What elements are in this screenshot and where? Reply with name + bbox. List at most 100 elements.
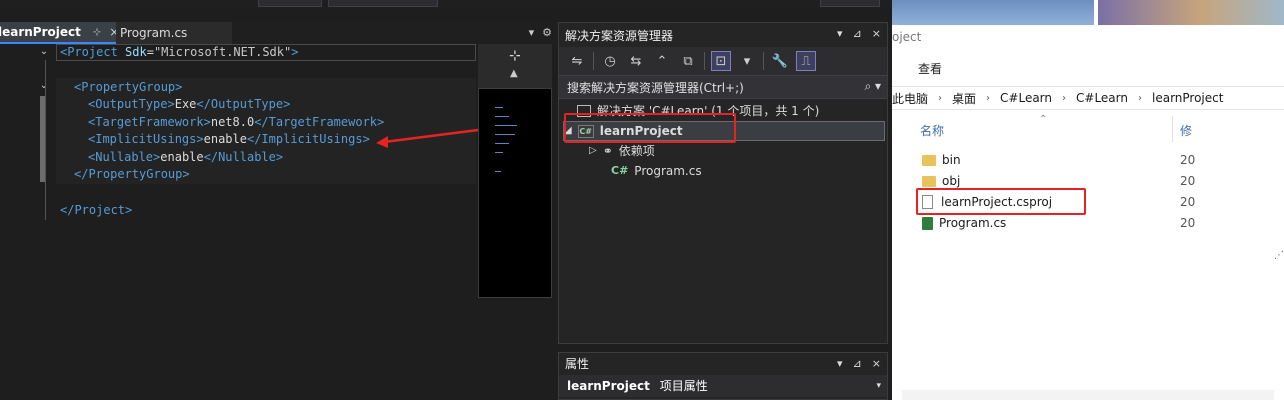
- solution-explorer: 解决方案资源管理器 ▾ ⊿ × ⇋ ◷ ⇆ ⌃ ⧉ ⊡ ▾ 🔧 ⎍ 搜索解决方案…: [558, 22, 888, 344]
- toolbar-dropdown[interactable]: [328, 0, 438, 7]
- switch-view-icon[interactable]: ⇋: [567, 51, 587, 71]
- close-icon[interactable]: ×: [872, 353, 881, 375]
- history-icon[interactable]: ◷: [600, 51, 620, 71]
- search-icon[interactable]: ⌕ ▾: [864, 79, 881, 94]
- split-icon[interactable]: ⊹: [509, 48, 521, 64]
- editor-gutter: ⌄ ⌄: [0, 44, 56, 400]
- solution-explorer-toolbar: ⇋ ◷ ⇆ ⌃ ⧉ ⊡ ▾ 🔧 ⎍: [559, 47, 887, 75]
- toolbar-dropdown[interactable]: [258, 0, 322, 7]
- minimap-canvas[interactable]: [478, 88, 552, 298]
- dropdown-icon[interactable]: ▾: [837, 27, 843, 40]
- pin-icon[interactable]: ⊹: [93, 27, 101, 38]
- chevron-right-icon: ›: [1138, 92, 1142, 104]
- chevron-right-icon: ›: [938, 92, 943, 104]
- collapsed-icon[interactable]: ▷: [589, 141, 597, 161]
- toolbar-divider: [763, 52, 764, 70]
- minimap[interactable]: ⊹ ▲: [478, 44, 552, 400]
- ribbon-view-tab[interactable]: 查看: [918, 60, 942, 77]
- tab-label: learnProject: [0, 25, 81, 39]
- collapse-icon[interactable]: ⌃: [652, 51, 672, 71]
- window-title: oject: [892, 30, 922, 44]
- folder-icon: [922, 154, 936, 166]
- pin-icon[interactable]: ⊿: [853, 353, 862, 375]
- minimap-line: [495, 116, 509, 117]
- properties-panel: 属性 ▾ ⊿ × learnProject 项目属性 ▾: [558, 352, 888, 400]
- object-kind: 项目属性: [659, 379, 708, 393]
- file-date: 20: [1180, 174, 1196, 188]
- column-name[interactable]: 名称: [920, 122, 944, 139]
- file-date: 20: [1180, 195, 1196, 209]
- dropdown-icon[interactable]: ▾: [876, 375, 881, 397]
- code-line: <Nullable>enable</Nullable>: [88, 150, 284, 164]
- address-bar[interactable]: 此电脑 › 桌面 › C#Learn › C#Learn › learnProject: [892, 86, 1284, 110]
- breadcrumb-item[interactable]: learnProject: [1152, 91, 1223, 105]
- panel-title: 解决方案资源管理器: [565, 28, 674, 43]
- panel-title: 属性: [565, 357, 590, 371]
- scroll-hint: ⋰: [1274, 250, 1284, 261]
- csharp-file-icon: C#: [611, 164, 629, 177]
- breadcrumb-item[interactable]: C#Learn: [1076, 91, 1128, 105]
- minimap-line: [495, 143, 509, 144]
- editor-tab-bar: learnProject ⊹ × Program.cs ▾ ⚙: [0, 22, 558, 44]
- tab-learnproject[interactable]: learnProject ⊹ ×: [0, 22, 119, 44]
- sort-caret-icon: ⌃: [1039, 114, 1048, 125]
- minimap-line: [495, 125, 517, 126]
- properties-object-selector[interactable]: learnProject 项目属性 ▾: [559, 375, 887, 397]
- dropdown-icon[interactable]: ▾: [529, 26, 535, 39]
- scroll-up-icon[interactable]: ▲: [510, 68, 518, 79]
- gear-icon[interactable]: ⚙: [542, 26, 552, 39]
- object-name: learnProject: [567, 379, 650, 393]
- properties-title: 属性 ▾ ⊿ ×: [559, 353, 887, 375]
- breadcrumb-item[interactable]: 此电脑: [892, 90, 928, 107]
- preview-icon[interactable]: ⎍: [796, 51, 816, 71]
- code-editor[interactable]: ⌄ ⌄ <Project Sdk="Microsoft.NET.Sdk"> <P…: [0, 44, 479, 400]
- close-icon[interactable]: ×: [872, 27, 881, 40]
- minimap-line: [495, 107, 503, 108]
- file-name: bin: [942, 153, 961, 167]
- column-divider[interactable]: [1172, 116, 1173, 142]
- wallpaper-image: [1098, 0, 1284, 25]
- top-toolbar-strip: [0, 0, 892, 8]
- file-date: 20: [1180, 153, 1196, 167]
- file-name: obj: [942, 174, 961, 188]
- code-line: <TargetFramework>net8.0</TargetFramework…: [88, 115, 385, 129]
- indent-guide: [45, 60, 46, 220]
- wrench-icon[interactable]: 🔧: [770, 51, 790, 71]
- solution-search-input[interactable]: 搜索解决方案资源管理器(Ctrl+;) ⌕ ▾: [559, 75, 887, 99]
- solution-explorer-title: 解决方案资源管理器 ▾ ⊿ ×: [559, 23, 887, 47]
- dropdown-icon[interactable]: ▾: [837, 353, 843, 375]
- code-line: </Project>: [60, 203, 133, 217]
- tab-bar-tools: ▾ ⚙: [529, 26, 552, 39]
- copy-icon[interactable]: ⧉: [678, 51, 698, 71]
- dropdown-icon[interactable]: ▾: [737, 51, 757, 71]
- fold-icon[interactable]: ⌄: [38, 80, 50, 92]
- tab-program-cs[interactable]: Program.cs: [116, 22, 232, 44]
- tree-item-dependencies[interactable]: ▷ ⚭ 依赖项: [589, 141, 655, 161]
- annotation-box-csproj: [916, 188, 1086, 215]
- chevron-right-icon: ›: [986, 92, 991, 104]
- column-modified[interactable]: 修: [1180, 122, 1192, 139]
- show-all-files-icon[interactable]: ⊡: [711, 51, 731, 71]
- search-placeholder: 搜索解决方案资源管理器(Ctrl+;): [567, 80, 744, 95]
- minimap-line: [495, 134, 515, 135]
- code-line: <ImplicitUsings>enable</ImplicitUsings>: [88, 132, 370, 146]
- fold-icon[interactable]: ⌄: [38, 46, 50, 58]
- file-row-program-cs[interactable]: Program.cs 20: [922, 213, 1195, 233]
- csharp-file-icon: [922, 216, 933, 230]
- code-line: <PropertyGroup>: [74, 80, 183, 94]
- minimap-line: [495, 171, 501, 172]
- breadcrumb-item[interactable]: C#Learn: [1000, 91, 1052, 105]
- toolbar-button[interactable]: [820, 0, 880, 7]
- toolbar-divider: [704, 52, 705, 70]
- file-name: Program.cs: [939, 216, 1007, 230]
- breadcrumb-item[interactable]: 桌面: [952, 90, 976, 107]
- toolbar-divider: [593, 52, 594, 70]
- annotation-arrow: [376, 128, 479, 148]
- annotation-box-project: [564, 113, 736, 143]
- sync-icon[interactable]: ⇆: [626, 51, 646, 71]
- tree-item-label: 依赖项: [618, 144, 655, 158]
- wallpaper-image: [892, 0, 1094, 25]
- pin-icon[interactable]: ⊿: [853, 27, 862, 40]
- file-row-bin[interactable]: bin 20: [922, 150, 1195, 170]
- tree-item-program-cs[interactable]: C# Program.cs: [611, 161, 702, 181]
